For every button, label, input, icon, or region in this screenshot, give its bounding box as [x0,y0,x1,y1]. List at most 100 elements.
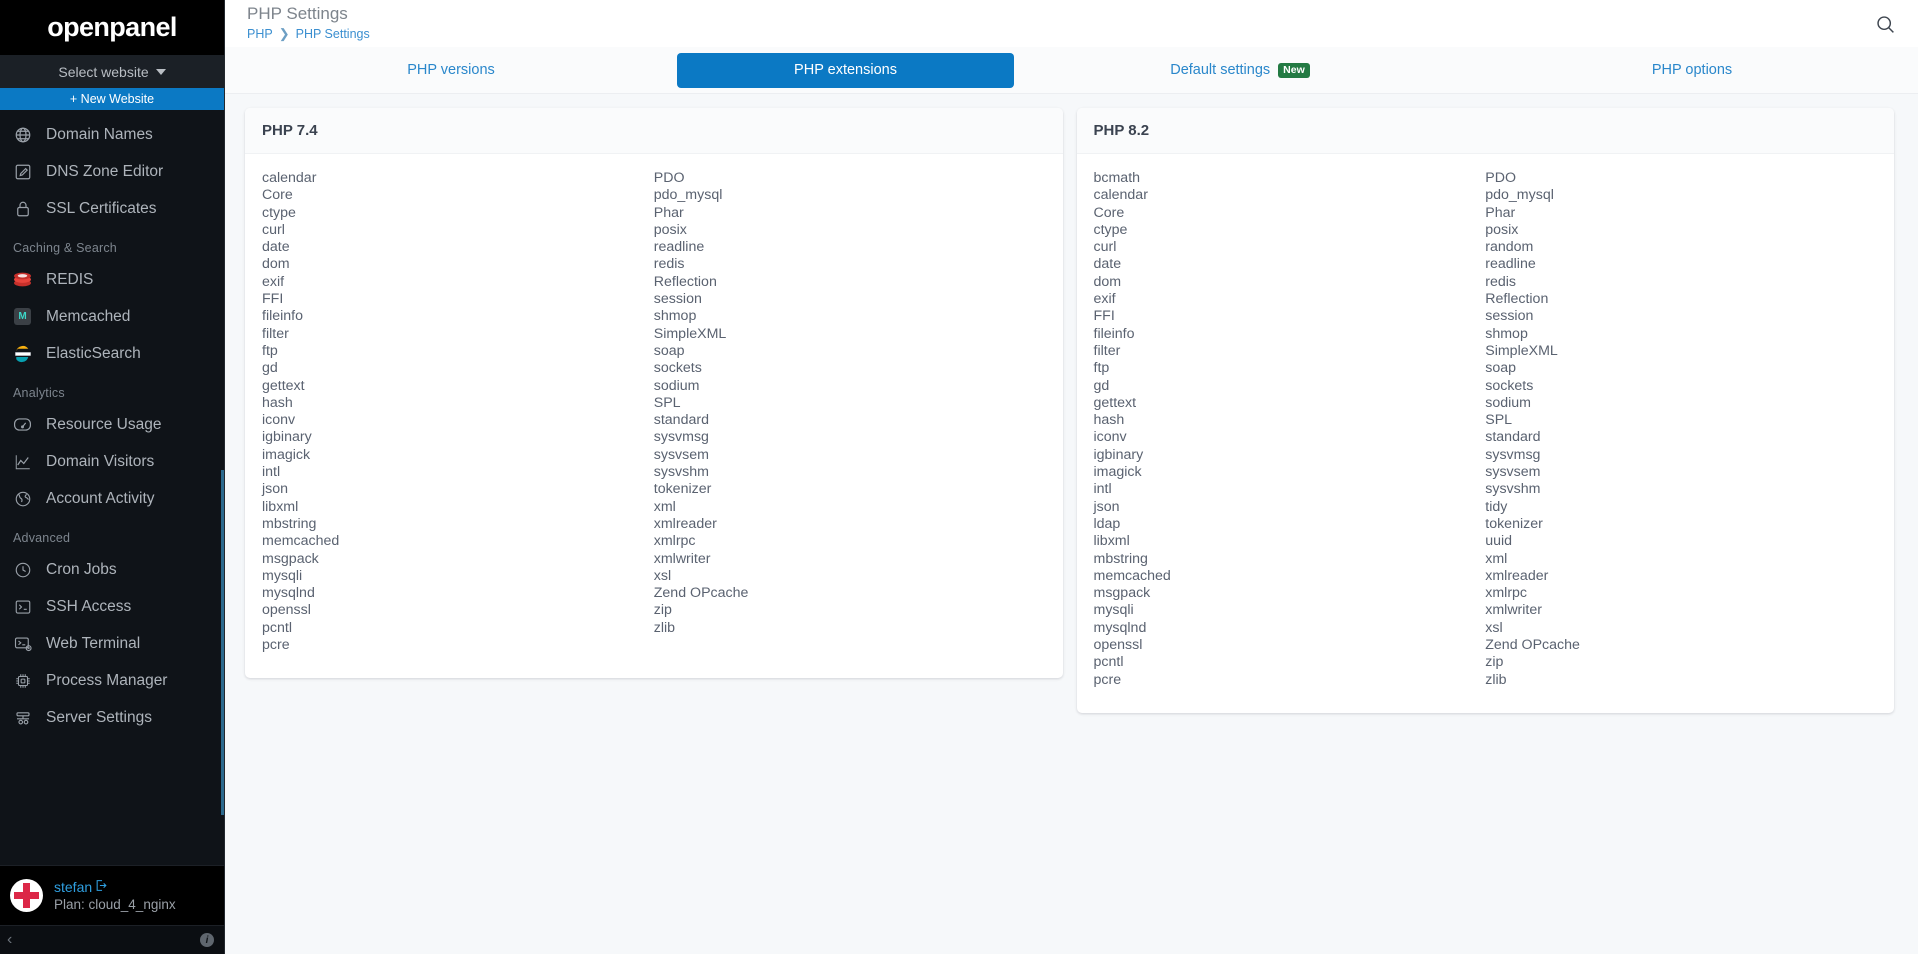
website-selector[interactable]: Select website [0,55,224,88]
breadcrumb-item-php[interactable]: PHP [247,27,273,41]
extension-item: xml [653,498,676,515]
sidebar-item-label: SSH Access [46,597,132,615]
avatar [10,879,43,912]
extension-item: random [1485,239,1534,256]
extension-item: session [1485,308,1534,325]
extension-item: sysvsem [653,446,709,463]
extension-item: openssl [262,602,311,619]
edit-square-icon [13,162,32,181]
sidebar-item-elasticsearch[interactable]: ElasticSearch [0,335,224,372]
sidebar-scroll-indicator[interactable] [221,470,224,815]
extension-item: calendar [262,170,317,186]
sidebar-item-ssl-certificates[interactable]: SSL Certificates [0,190,224,227]
web-terminal-icon [13,634,32,653]
sidebar-item-ssh-access[interactable]: SSH Access [0,588,224,625]
extension-item: xmlwriter [653,550,711,567]
user-name[interactable]: stefan [54,879,176,895]
extension-item: Core [262,187,293,204]
extension-item: sodium [653,377,700,394]
extension-item: sysvmsg [1485,446,1541,463]
extension-item: ftp [1093,360,1110,377]
sidebar-item-label: Web Terminal [46,634,141,652]
extension-item: FFI [1093,308,1115,325]
extension-item: json [1093,498,1120,515]
extension-item: uuid [1485,533,1513,550]
sidebar-item-domain-visitors[interactable]: Domain Visitors [0,443,224,480]
sidebar-item-server-settings[interactable]: Server Settings [0,699,224,736]
extension-item: ftp [262,342,278,359]
extension-item: libxml [1093,533,1130,550]
tab-php-versions[interactable]: PHP versions [225,53,677,88]
extension-item: exif [1093,291,1116,308]
tab-default-settings-label: Default settings [1170,62,1271,78]
info-icon[interactable]: i [200,933,214,947]
clock-icon [13,560,32,579]
extension-item: readline [1485,256,1536,273]
extension-item: soap [1485,360,1517,377]
extension-item: imagick [262,446,311,463]
new-website-button[interactable]: + New Website [0,88,224,110]
extension-item: ldap [1093,515,1121,532]
sidebar-item-label: Domain Names [46,125,153,143]
extension-item: xsl [1485,619,1503,636]
sidebar-group-title-advanced: Advanced [13,531,71,545]
extension-item: mysqli [1093,602,1134,619]
sidebar-item-label: Account Activity [46,489,155,507]
extension-item: iconv [1093,429,1127,446]
sidebar-item-dns-zone-editor[interactable]: DNS Zone Editor [0,153,224,190]
sidebar-item-process-manager[interactable]: Process Manager [0,662,224,699]
sidebar-item-web-terminal[interactable]: Web Terminal [0,625,224,662]
sidebar-item-domain-names[interactable]: Domain Names [0,116,224,153]
extension-item: session [653,291,702,308]
user-plan: Plan: cloud_4_nginx [54,897,176,912]
card-body: bcmath calendar Core ctype curl date dom exif FF… [1077,154,1895,713]
extension-column-left: bcmath calendar Core ctype curl date dom exif FF… [1094,170,1486,689]
logout-icon[interactable] [95,879,108,895]
tab-php-extensions[interactable]: PHP extensions [677,52,1014,88]
sidebar-item-memcached[interactable]: M Memcached [0,298,224,335]
extension-item: SPL [1485,412,1513,429]
extension-item: fileinfo [1093,325,1135,342]
redis-logo-icon [13,270,32,289]
extension-item: hash [262,394,293,411]
extension-item: mbstring [262,515,317,532]
sidebar-item-redis[interactable]: REDIS [0,261,224,298]
sidebar-group-title-caching: Caching & Search [13,241,117,255]
user-account-box[interactable]: stefan Plan: cloud_4_nginx [0,865,224,925]
extension-item: PDO [653,170,685,186]
extension-item: tokenizer [653,481,712,498]
user-meta: stefan Plan: cloud_4_nginx [54,879,176,912]
extension-item: json [262,481,289,498]
tab-php-options[interactable]: PHP options [1466,53,1918,88]
page-header: PHP Settings PHP ❯ PHP Settings [247,4,370,42]
extension-item: pcre [262,637,290,654]
breadcrumb-item-php-settings[interactable]: PHP Settings [296,27,370,41]
extension-item: msgpack [262,550,319,567]
extension-item: dom [1093,273,1122,290]
php-version-card-74: PHP 7.4 calendar Core ctype curl date dom exif… [245,108,1063,679]
extension-item: dom [262,256,290,273]
extension-item: imagick [1093,464,1142,481]
sidebar-item-cron-jobs[interactable]: Cron Jobs [0,551,224,588]
extension-item: sockets [1485,377,1534,394]
sidebar-item-account-activity[interactable]: Account Activity [0,480,224,517]
sidebar-nav: Domain Names DNS Zone Editor SSL Certifi… [0,110,224,865]
extension-item: standard [653,412,709,429]
extension-item: igbinary [1093,446,1144,463]
php-version-card-82: PHP 8.2 bcmath calendar Core ctype curl date d… [1076,108,1895,713]
extension-item: memcached [262,533,340,550]
extension-item: gettext [1093,394,1137,411]
collapse-sidebar-button[interactable]: ‹ [7,932,12,948]
extension-item: Phar [653,204,684,221]
extension-item: readline [653,239,705,256]
tab-default-settings[interactable]: Default settings New [1014,53,1466,88]
sidebar-item-resource-usage[interactable]: Resource Usage [0,406,224,443]
extension-column-left: calendar Core ctype curl date dom exif FFI filei… [262,170,654,654]
extension-item: redis [653,256,685,273]
tab-bar: PHP versions PHP extensions Default sett… [225,47,1918,94]
user-name-text: stefan [54,879,93,895]
brand-logo[interactable]: openpanel [0,0,224,55]
search-icon[interactable] [1875,14,1896,40]
extension-item: sockets [653,360,702,377]
extension-item: Reflection [1485,291,1549,308]
